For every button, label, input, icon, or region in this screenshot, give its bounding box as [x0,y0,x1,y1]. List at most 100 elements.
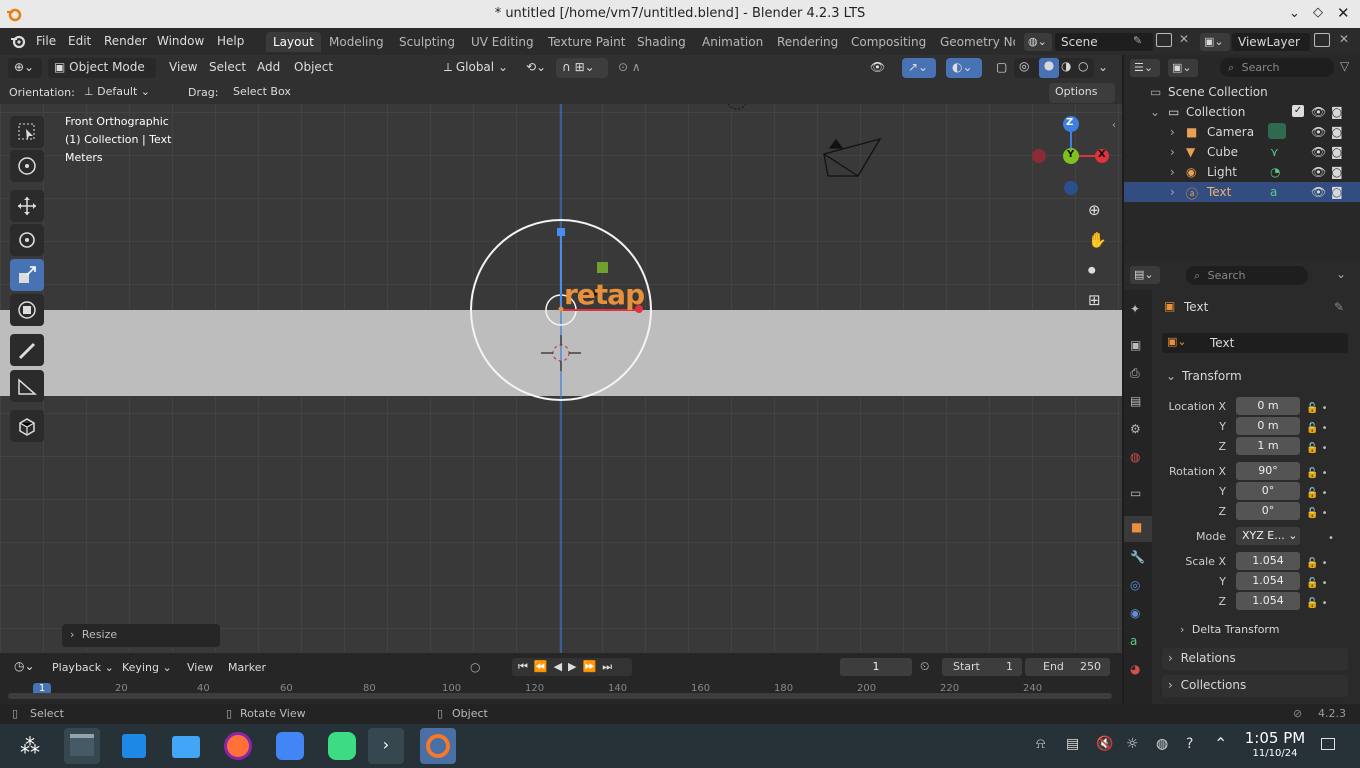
scale-y-field[interactable]: 1.054 [1236,572,1300,590]
particles-tab-icon[interactable]: ◎ [1130,578,1140,592]
auto-key-icon[interactable]: ○ [470,660,480,674]
menu-keying[interactable]: Keying ⌄ [122,661,172,674]
menu-view[interactable]: View [169,60,197,74]
tool-tab-icon[interactable]: ✦ [1130,302,1140,316]
keyframe-dot-icon[interactable]: • [1306,529,1346,549]
solid-shading-icon[interactable]: ● [1039,58,1059,78]
menu-window[interactable]: Window [157,34,204,48]
rendered-shading-icon[interactable]: ○ [1078,59,1088,73]
text-object-label[interactable]: retap [564,280,645,310]
eye-icon[interactable]: 👁 [1311,125,1326,139]
rotation-mode-dropdown[interactable]: XYZ E... ⌄ [1236,527,1300,545]
pin-icon[interactable]: ✎ [1133,34,1142,47]
overlays-toggle-icon[interactable]: ◐⌄ [946,58,982,78]
render-camera-icon[interactable]: ◙ [1331,165,1343,179]
lock-and-keyframe-column[interactable]: 🔓 • 🔓 • 🔓 • 🔓 • 🔓 • 🔓 • • 🔓 • 🔓 • 🔓 • [1306,399,1346,614]
blender-taskbar-icon[interactable] [420,728,456,764]
clock-time[interactable]: 1:05 PM [1240,729,1310,747]
location-z-field[interactable]: 1 m [1236,437,1300,455]
lock-icon[interactable]: 🔓 • [1306,419,1346,439]
lock-icon[interactable]: 🔓 • [1306,484,1346,504]
menu-select[interactable]: Select [209,60,246,74]
ortho-grid-icon[interactable]: ⊞ [1088,291,1110,313]
zoom-icon[interactable]: ⊕ [1088,201,1110,223]
system-settings-icon[interactable] [64,728,100,764]
timeline-scrollbar[interactable] [8,693,1112,699]
display-mode-icon[interactable]: ▣⌄ [1168,59,1198,77]
eye-icon[interactable]: 👁 [1311,185,1326,199]
operator-panel[interactable]: › Resize [62,624,220,647]
orientation-dropdown[interactable]: ⊥ Default ⌄ [78,83,174,103]
menu-object[interactable]: Object [294,60,333,74]
app-launcher-icon[interactable]: ⁂ [16,728,52,764]
select-box-tool[interactable] [10,116,44,148]
object-name-field[interactable]: ▣⌄ Text [1162,333,1348,353]
collection-tab-icon[interactable]: ▭ [1130,486,1141,500]
transform-orientation-dropdown[interactable]: ⟂ Global ⌄ [438,58,516,78]
camera-data-icon[interactable] [1268,123,1286,139]
modifier-tab-icon[interactable]: 🔧 [1130,550,1145,564]
outliner-editor-type-icon[interactable]: ☰⌄ [1130,59,1160,77]
outliner-item-cube[interactable]: › ▼ Cube ⋎ 👁 ◙ [1124,142,1360,162]
scale-x-field[interactable]: 1.054 [1236,552,1300,570]
mesh-data-icon[interactable]: ⋎ [1270,145,1279,159]
add-cube-tool[interactable] [10,410,44,442]
rotate-tool[interactable] [10,224,44,256]
notifications-icon[interactable]: ⍾ [1036,736,1045,752]
menu-render[interactable]: Render [104,34,147,48]
lock-icon[interactable]: 🔓 • [1306,439,1346,459]
scale-tool[interactable] [10,259,44,291]
expand-chevron-icon[interactable]: › [1170,145,1175,159]
lock-icon[interactable]: 🔓 • [1306,399,1346,419]
light-data-icon[interactable]: ◔ [1270,165,1280,179]
delta-transform-subpanel[interactable]: › Delta Transform [1180,623,1348,641]
new-view-layer-icon[interactable] [1314,33,1330,47]
outliner-item-camera[interactable]: › ■ Camera 👁 ◙ [1124,122,1360,142]
lock-icon[interactable]: 🔓 • [1306,574,1346,594]
minimize-button[interactable]: ⌄ [1289,6,1303,21]
scene-tab-icon[interactable]: ⚙ [1130,422,1141,436]
lock-icon[interactable]: 🔓 • [1306,464,1346,484]
menu-marker[interactable]: Marker [228,661,266,674]
view-layer-icon[interactable]: ▣⌄ [1200,33,1230,51]
menu-help[interactable]: Help [217,34,244,48]
clipboard-icon[interactable]: ▤ [1066,736,1079,752]
relations-panel[interactable]: › Relations [1162,648,1348,670]
current-frame-field[interactable]: 1 [840,658,912,676]
notes-app-icon[interactable] [272,728,308,764]
expand-chevron-icon[interactable]: › [1170,125,1175,139]
tab-modeling[interactable]: Modeling [322,32,391,52]
material-shading-icon[interactable]: ◑ [1061,59,1071,73]
transform-panel-header[interactable]: ⌄ Transform [1162,366,1348,386]
tab-geometry-nodes[interactable]: Geometry Noc [933,32,1015,52]
lock-icon[interactable]: 🔓 • [1306,504,1346,524]
text-data-icon[interactable]: a [1270,185,1277,199]
tray-expand-icon[interactable]: ⌃ [1214,734,1227,753]
editor-type-icon[interactable]: ⊕⌄ [8,58,42,78]
camera-view-icon[interactable]: ⏺ [1088,261,1110,283]
firefox-icon[interactable] [220,728,256,764]
start-frame-field[interactable]: Start 1 [942,658,1022,676]
scene-selector-icon[interactable]: ◍⌄ [1024,33,1052,51]
location-y-field[interactable]: 0 m [1236,417,1300,435]
rotation-x-field[interactable]: 90° [1236,462,1300,480]
tab-compositing[interactable]: Compositing [844,32,933,52]
maximize-button[interactable]: ◇ [1313,5,1323,20]
view-layer-tab-icon[interactable]: ▤ [1130,394,1141,408]
store-icon[interactable] [116,728,152,764]
visibility-icon[interactable]: 👁⌄ [864,58,898,88]
measure-tool[interactable] [10,370,44,402]
world-tab-icon[interactable]: ◍ [1130,450,1140,464]
tab-rendering[interactable]: Rendering [770,32,845,52]
eye-icon[interactable]: 👁 [1311,145,1326,159]
location-x-field[interactable]: 0 m [1236,397,1300,415]
end-frame-field[interactable]: End 250 [1025,658,1110,676]
properties-options-chevron-icon[interactable]: ⌄ [1336,267,1346,281]
object-tab-icon[interactable]: ■ [1124,516,1152,542]
menu-add[interactable]: Add [257,60,280,74]
pin-icon[interactable]: ✎ [1334,300,1344,314]
timeline-editor-type-icon[interactable]: ◷⌄ [8,657,42,677]
terminal-icon[interactable]: › [368,728,404,764]
drag-dropdown[interactable]: Select Box ⌄ [227,83,303,111]
volume-muted-icon[interactable]: 🔇 [1096,736,1113,752]
